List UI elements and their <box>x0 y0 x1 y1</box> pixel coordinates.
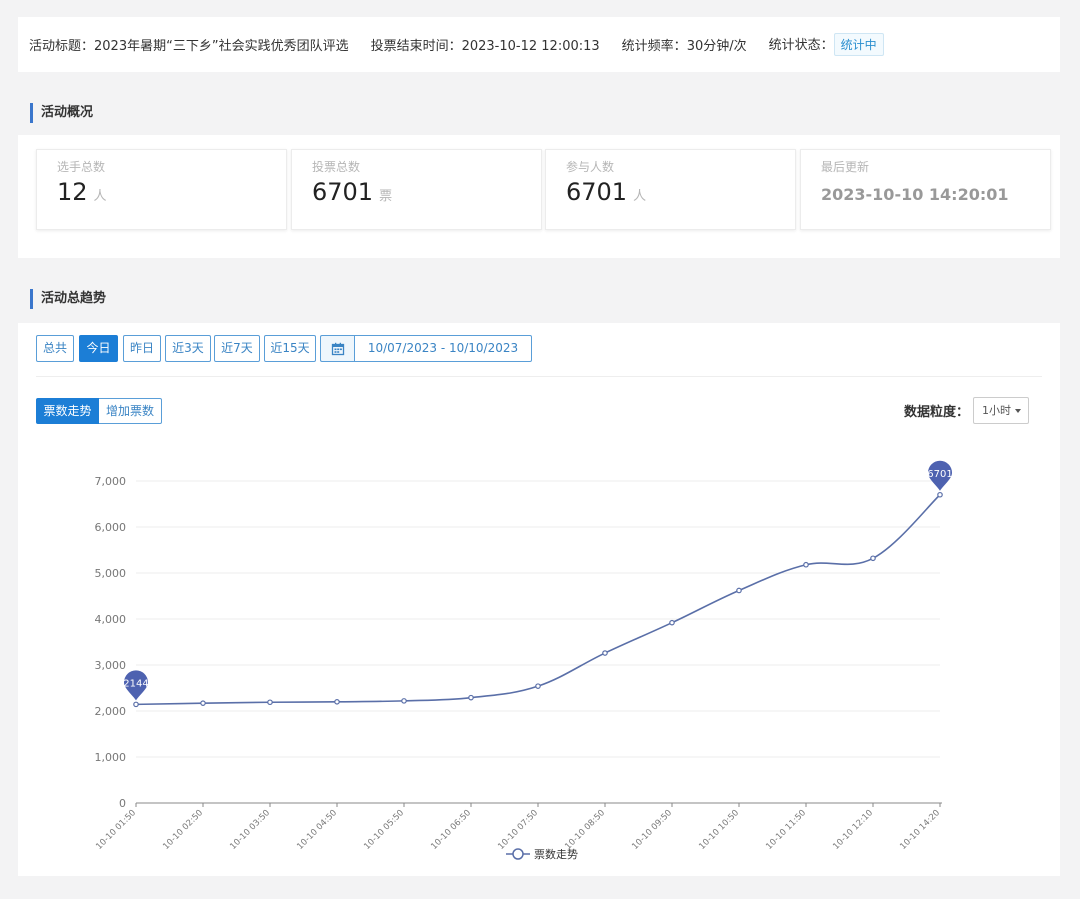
x-tick-label: 10-10 03:50 <box>228 808 272 852</box>
stat-label: 选手总数 <box>57 160 106 174</box>
data-point <box>803 561 809 568</box>
stat-unit: 票 <box>379 189 393 204</box>
y-tick-label: 3,000 <box>95 659 127 672</box>
data-point <box>602 650 608 656</box>
x-tick-label: 10-10 06:50 <box>429 808 473 852</box>
x-tick-label: 10-10 01:50 <box>94 808 138 852</box>
status-badge: 统计中 <box>833 33 884 56</box>
y-tick-label: 2,000 <box>95 705 127 718</box>
vote-trend-chart: 0 1,000 2,000 3,000 4,000 5,000 6,000 7,000 10-1… <box>94 460 953 861</box>
x-tick-label: 10-10 10:50 <box>697 808 741 852</box>
stat-number: 2023-10-10 14:20:01 <box>821 185 1009 204</box>
frequency-value: 30分钟/次 <box>686 39 747 54</box>
stat-card-participants: 参与人数 6701 人 <box>545 149 796 230</box>
value-pin-marker: 2144 <box>123 670 149 701</box>
data-point <box>736 587 742 594</box>
data-point <box>870 555 876 562</box>
stat-label: 投票总数 <box>312 160 361 174</box>
data-point <box>669 619 675 626</box>
stat-unit: 人 <box>633 189 647 204</box>
data-point <box>133 701 139 708</box>
y-tick-label: 0 <box>119 797 126 810</box>
overview-section-title: 活动概况 <box>30 103 93 123</box>
status-label: 统计状态： <box>768 38 834 53</box>
activity-info-bar: 活动标题：2023年暑期“三下乡”社会实践优秀团队评选 投票结束时间：2023-… <box>18 17 1060 72</box>
x-tick-label: 10-10 07:50 <box>496 808 540 852</box>
activity-title-value: 2023年暑期“三下乡”社会实践优秀团队评选 <box>94 39 349 54</box>
x-tick-label: 10-10 08:50 <box>563 808 607 852</box>
stat-value: 6701 人 <box>566 178 646 206</box>
x-tick-label: 10-10 11:50 <box>764 808 808 852</box>
pin-label: 2144 <box>123 678 148 689</box>
stat-unit: 人 <box>93 189 107 204</box>
y-tick-label: 1,000 <box>95 751 127 764</box>
trend-panel: 总共 今日 昨日 近3天 近7天 近15天 10/07/2023 - 10/10… <box>18 323 1060 876</box>
legend-label: 票数走势 <box>534 848 578 861</box>
x-tick-label: 10-10 14:20 <box>898 808 942 852</box>
value-pin-marker: 6701 <box>927 460 953 491</box>
legend-marker <box>512 848 524 860</box>
y-tick-label: 7,000 <box>95 475 127 488</box>
stat-number: 6701 <box>312 178 374 206</box>
frequency-label: 统计频率： <box>621 39 687 54</box>
stat-number: 12 <box>57 178 88 206</box>
vote-end-label: 投票结束时间： <box>370 39 462 54</box>
y-tick-label: 4,000 <box>95 613 127 626</box>
activity-title: 活动标题：2023年暑期“三下乡”社会实践优秀团队评选 <box>29 35 349 54</box>
stat-number: 6701 <box>566 178 628 206</box>
trend-section-title: 活动总趋势 <box>30 289 106 309</box>
data-point <box>468 694 474 701</box>
x-tick-label: 10-10 05:50 <box>362 808 406 852</box>
stat-label: 参与人数 <box>566 160 615 174</box>
series-line <box>135 494 941 706</box>
data-point <box>267 699 273 706</box>
data-point <box>401 698 407 704</box>
data-point <box>334 698 340 705</box>
y-tick-label: 6,000 <box>95 521 127 534</box>
x-tick-label: 10-10 02:50 <box>161 808 205 852</box>
pin-label: 6701 <box>927 469 952 480</box>
x-tick-label: 10-10 12:10 <box>831 808 875 852</box>
overview-panel: 选手总数 12 人 投票总数 6701 票 参与人数 6701 人 最后更新 2023… <box>18 135 1060 258</box>
stat-card-players: 选手总数 12 人 <box>36 149 287 230</box>
vote-end-time: 投票结束时间：2023-10-12 12:00:13 <box>371 35 600 54</box>
x-tick-label: 10-10 09:50 <box>630 808 674 852</box>
stat-card-last-update: 最后更新 2023-10-10 14:20:01 <box>800 149 1051 230</box>
vote-end-value: 2023-10-12 12:00:13 <box>461 39 600 54</box>
y-tick-label: 5,000 <box>95 567 127 580</box>
stat-status: 统计状态： 统计中 <box>769 33 884 56</box>
stat-frequency: 统计频率：30分钟/次 <box>622 35 747 54</box>
data-point <box>200 700 206 706</box>
stat-value: 6701 票 <box>312 178 392 206</box>
activity-title-label: 活动标题： <box>29 39 95 54</box>
stat-label: 最后更新 <box>821 160 870 174</box>
x-tick-label: 10-10 04:50 <box>295 808 339 852</box>
stat-card-votes: 投票总数 6701 票 <box>291 149 542 230</box>
data-point <box>937 491 943 498</box>
stat-value: 12 人 <box>57 178 107 206</box>
data-point <box>535 683 541 689</box>
